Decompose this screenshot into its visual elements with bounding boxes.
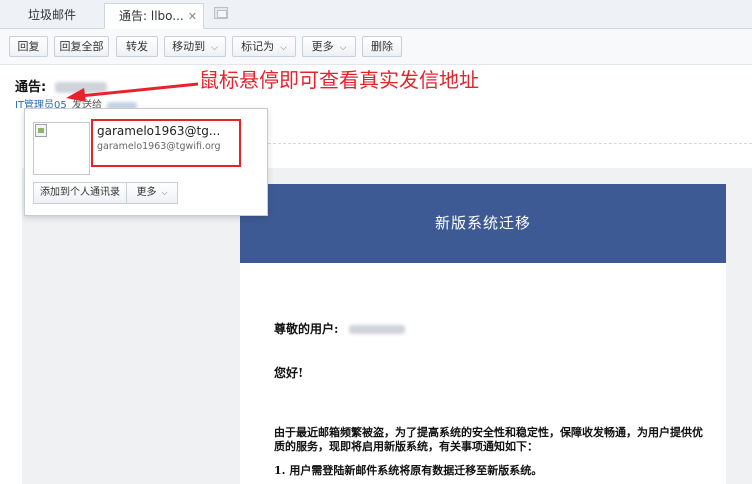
delete-button[interactable]: 删除 xyxy=(362,36,402,57)
add-contact-button[interactable]: 添加到个人通讯录 xyxy=(33,182,127,204)
popup-more-label: 更多 xyxy=(136,187,157,198)
mail-content: 新版系统迁移 尊敬的用户: 您好! 由于最近邮箱频繁被盗，为了提高系统的安全性和… xyxy=(240,184,726,484)
forward-button[interactable]: 转发 xyxy=(116,36,158,57)
delete-label: 删除 xyxy=(371,40,393,53)
tab-bar: 垃圾邮件 通告: llbo... ✕ xyxy=(0,0,752,29)
move-to-label: 移动到 xyxy=(172,40,206,53)
avatar xyxy=(33,122,90,175)
mark-as-button[interactable]: 标记为 ⌵ xyxy=(232,36,296,57)
tab-current-label: 通告: llbo... xyxy=(119,9,184,23)
reply-button[interactable]: 回复 xyxy=(9,36,48,57)
mail-item-1: 1. 用户需登陆新邮件系统将原有数据迁移至新版系统。 xyxy=(274,464,543,477)
mail-toolbar: 回复 回复全部 转发 移动到 ⌵ 标记为 ⌵ 更多 ⌵ 删除 xyxy=(0,29,752,65)
mail-greeting: 尊敬的用户: xyxy=(274,320,405,337)
more-button[interactable]: 更多 ⌵ xyxy=(302,36,356,57)
reply-all-label: 回复全部 xyxy=(59,40,104,53)
chevron-down-icon: ⌵ xyxy=(161,188,168,197)
mail-paragraph: 由于最近邮箱频繁被盗，为了提高系统的安全性和稳定性，保障收发畅通，为用户提供优质… xyxy=(274,426,703,453)
tab-current-mail[interactable]: 通告: llbo... ✕ xyxy=(104,3,204,29)
new-window-icon[interactable] xyxy=(214,7,228,19)
broken-image-icon xyxy=(35,124,47,137)
chevron-down-icon: ⌵ xyxy=(280,43,287,53)
redacted-username xyxy=(348,325,405,334)
chevron-down-icon: ⌵ xyxy=(211,43,218,53)
reply-button-label: 回复 xyxy=(17,40,40,53)
annotation-highlight-box xyxy=(91,119,241,167)
add-contact-label: 添加到个人通讯录 xyxy=(40,187,120,198)
mail-banner-title: 新版系统迁移 xyxy=(240,184,726,263)
close-icon[interactable]: ✕ xyxy=(188,4,197,29)
reply-all-button[interactable]: 回复全部 xyxy=(54,36,109,57)
move-to-button[interactable]: 移动到 ⌵ xyxy=(164,36,226,57)
tab-spam-label: 垃圾邮件 xyxy=(28,8,77,22)
mark-as-label: 标记为 xyxy=(241,40,275,53)
popup-more-button[interactable]: 更多 ⌵ xyxy=(126,182,178,204)
sender-popup: garamelo1963@tg... garamelo1963@tgwifi.o… xyxy=(24,108,268,216)
annotation-text: 鼠标悬停即可查看真实发信地址 xyxy=(199,68,479,92)
subject-prefix: 通告: xyxy=(15,80,47,95)
tab-spam[interactable]: 垃圾邮件 xyxy=(0,3,104,29)
chevron-down-icon: ⌵ xyxy=(339,43,347,53)
forward-label: 转发 xyxy=(126,40,148,53)
more-label: 更多 xyxy=(311,40,334,53)
mail-hello: 您好! xyxy=(274,366,304,380)
header-divider xyxy=(268,143,752,144)
greeting-text: 尊敬的用户: xyxy=(274,322,339,336)
annotation-arrow-icon xyxy=(66,82,199,102)
